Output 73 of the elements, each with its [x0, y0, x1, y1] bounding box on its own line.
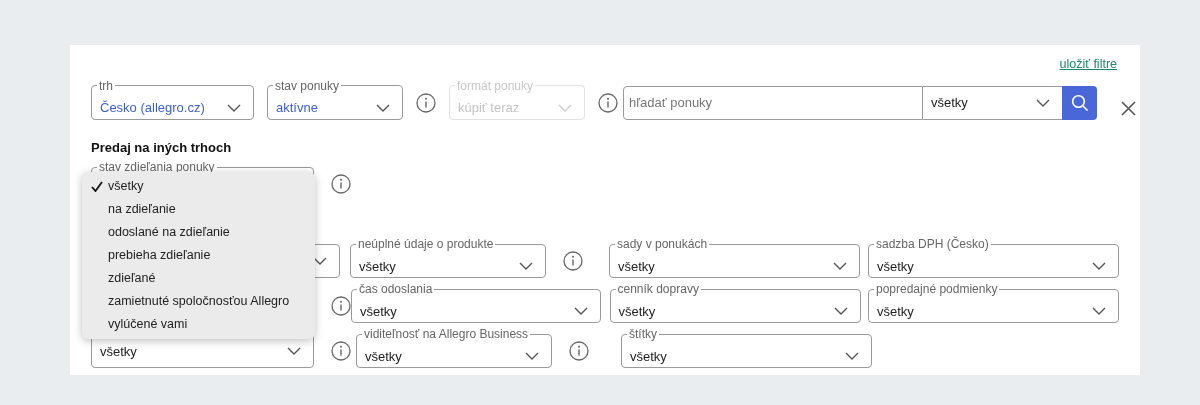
field-value: kúpiť teraz [458, 99, 520, 117]
menu-item-label: zamietnuté spoločnosťou Allegro [108, 293, 290, 311]
field-label: štítky [628, 328, 658, 341]
field-value: všetky [877, 257, 914, 276]
chevron-down-icon [519, 262, 533, 271]
select-field[interactable]: sadzba DPH (Česko) všetky [868, 238, 1119, 279]
field-label: stav ponuky [274, 79, 341, 92]
chevron-down-icon [525, 352, 539, 361]
select-field[interactable]: trh Česko (allegro.cz) [91, 79, 254, 120]
menu-item[interactable]: odoslané na zdieľanie [82, 221, 315, 244]
field-value: všetky [100, 342, 137, 361]
info-icon[interactable] [563, 251, 583, 272]
scope-value: všetky [931, 94, 968, 112]
select-field[interactable]: popredajné podmienky všetky [868, 283, 1119, 324]
info-icon[interactable] [331, 341, 351, 362]
select-field[interactable]: čas odoslania všetky [351, 283, 601, 324]
select-field[interactable]: cenník dopravy všetky [609, 283, 861, 324]
search-field[interactable]: hľadať ponuky [623, 85, 923, 120]
search-icon [1070, 93, 1089, 112]
field-label: cenník dopravy [616, 283, 700, 296]
field-label: viditeľnosť na Allegro Business [363, 328, 530, 341]
menu-item-label: prebieha zdieľanie [108, 247, 211, 265]
chevron-down-icon [833, 262, 847, 271]
field-label: sady v ponukách [616, 238, 709, 251]
select-field[interactable]: stav ponuky aktívne [267, 79, 403, 120]
field-value: všetky [365, 347, 402, 366]
field-value: všetky [877, 302, 914, 321]
menu-item-label: odoslané na zdieľanie [108, 224, 230, 242]
field-value: Česko (allegro.cz) [100, 99, 205, 117]
field-value: všetky [618, 302, 656, 321]
field-value: aktívne [276, 99, 318, 117]
field-label: sadzba DPH (Česko) [875, 238, 990, 251]
field-label: popredajné podmienky [875, 283, 999, 296]
chevron-down-icon [376, 103, 390, 112]
menu-item[interactable]: zamietnuté spoločnosťou Allegro [82, 290, 315, 313]
save-filters-link[interactable]: uložiť filtre [1059, 55, 1117, 74]
info-icon[interactable] [331, 296, 351, 317]
chevron-down-icon [574, 307, 588, 316]
close-icon [1121, 100, 1136, 116]
menu-item[interactable]: na zdieľanie [82, 198, 315, 221]
chevron-down-icon [1036, 98, 1050, 107]
chevron-down-icon [227, 103, 241, 112]
info-icon[interactable] [416, 92, 436, 113]
chevron-down-icon [287, 347, 301, 356]
select-field[interactable]: neúplné údaje o produkte všetky [350, 238, 546, 279]
info-icon[interactable] [331, 174, 351, 195]
field-label: neúplné údaje o produkte [357, 238, 495, 251]
menu-item[interactable]: všetky [82, 175, 315, 198]
field-value: všetky [360, 302, 397, 321]
select-field[interactable]: štítky všetky [621, 328, 872, 369]
field-value: všetky [618, 257, 655, 276]
search-scope-select[interactable]: všetky [923, 85, 1062, 120]
field-value: všetky [630, 347, 667, 366]
chevron-down-icon [833, 307, 848, 316]
chevron-down-icon [845, 352, 859, 361]
menu-item[interactable]: prebieha zdieľanie [82, 244, 315, 267]
field-label: čas odoslania [358, 283, 434, 296]
select-field[interactable]: viditeľnosť na Allegro Business všetky [356, 328, 552, 369]
search-button[interactable] [1062, 85, 1097, 120]
section-title: Predaj na iných trhoch [91, 138, 233, 157]
menu-item-label: všetky [108, 178, 144, 196]
menu-item[interactable]: zdieľané [82, 267, 315, 290]
chevron-down-icon [558, 103, 572, 112]
field-label: trh [98, 79, 114, 92]
field-value: všetky [359, 257, 396, 276]
chevron-down-icon [1092, 262, 1106, 271]
chevron-down-icon [1092, 307, 1106, 316]
menu-item-label: vylúčené vami [108, 316, 188, 334]
menu-item-label: zdieľané [108, 270, 156, 288]
info-icon[interactable] [569, 341, 589, 362]
menu-item-label: na zdieľanie [108, 201, 176, 219]
menu-item[interactable]: vylúčené vami [82, 313, 315, 336]
select-field[interactable]: sady v ponukách všetky [609, 238, 860, 279]
